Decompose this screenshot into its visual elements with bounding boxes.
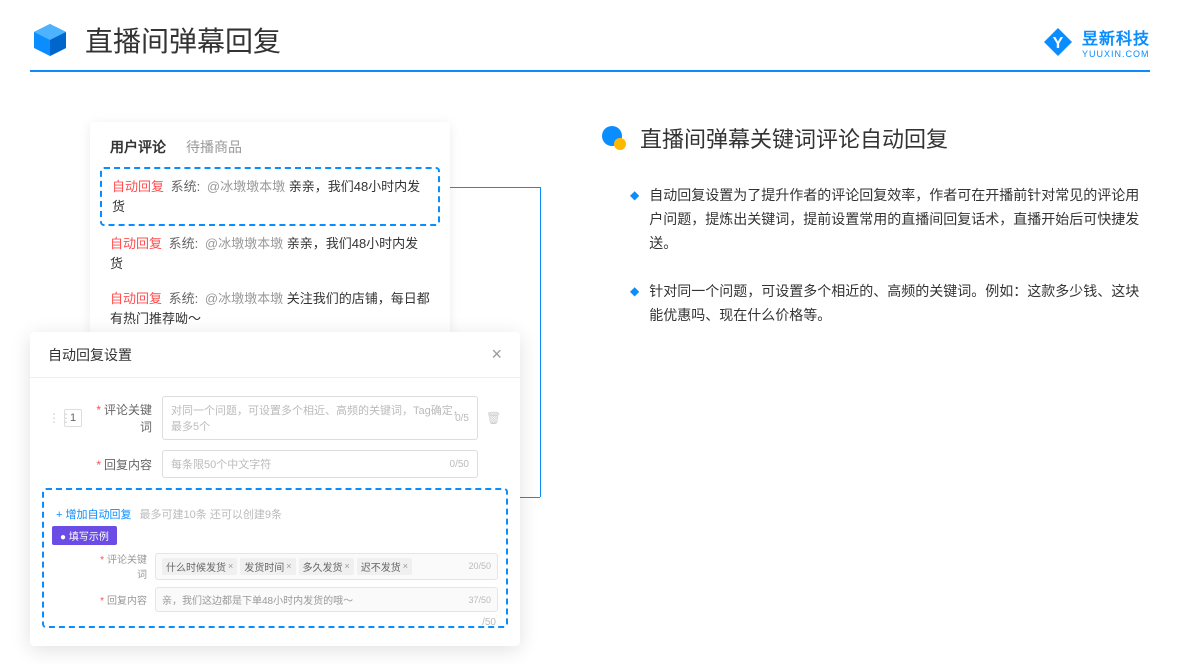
tag-chip: 多久发货× (299, 558, 354, 575)
diamond-icon: ◆ (630, 284, 639, 328)
cube-icon (30, 20, 70, 60)
comment-panel: 用户评论 待播商品 自动回复 系统: @冰墩墩本墩 亲亲，我们48小时内发货 自… (90, 122, 450, 336)
content-label: *回复内容 (92, 456, 152, 473)
example-keyword-label: *评论关键词 (92, 551, 147, 581)
settings-dialog: 自动回复设置 × ⋮⋮ 1 *评论关键词 对同一个问题，可设置多个相近、高频的关… (30, 332, 520, 646)
user-mention: @冰墩墩本墩 (205, 236, 283, 251)
comment-item: 自动回复 系统: @冰墩墩本墩 亲亲，我们48小时内发货 (90, 226, 450, 281)
add-auto-reply-link[interactable]: + 增加自动回复 (56, 509, 131, 521)
logo-subtitle: YUUXIN.COM (1082, 49, 1150, 59)
user-mention: @冰墩墩本墩 (205, 291, 283, 306)
delete-icon[interactable]: 🗑 (486, 411, 502, 425)
section-title: 直播间弹幕关键词评论自动回复 (640, 122, 948, 154)
connector-line (540, 187, 541, 497)
system-label: 系统: (171, 179, 201, 194)
connector-line (450, 187, 540, 188)
tab-user-comments[interactable]: 用户评论 (110, 137, 166, 157)
system-label: 系统: (169, 291, 199, 306)
right-panel: 直播间弹幕关键词评论自动回复 ◆ 自动回复设置为了提升作者的评论回复效率，作者可… (560, 122, 1150, 353)
page-header: 直播间弹幕回复 Y 昱新科技 YUUXIN.COM (0, 0, 1180, 70)
keyword-input[interactable]: 对同一个问题，可设置多个相近、高频的关键词，Tag确定，最多5个 0/5 (162, 396, 478, 440)
system-label: 系统: (169, 236, 199, 251)
user-mention: @冰墩墩本墩 (207, 179, 285, 194)
auto-reply-tag: 自动回复 (110, 291, 162, 306)
drag-handle-icon[interactable]: ⋮⋮ (48, 411, 60, 425)
diamond-icon: ◆ (630, 188, 639, 255)
svg-text:Y: Y (1053, 35, 1064, 52)
bullet-item: ◆ 针对同一个问题，可设置多个相近的、高频的关键词。例如：这款多少钱、这块能优惠… (600, 280, 1150, 328)
char-count: 20/50 (468, 561, 491, 571)
tag-chip: 发货时间× (240, 558, 295, 575)
char-count: /50 (482, 617, 496, 628)
bullet-item: ◆ 自动回复设置为了提升作者的评论回复效率，作者可在开播前针对常见的评论用户问题… (600, 184, 1150, 255)
auto-reply-tag: 自动回复 (112, 179, 164, 194)
content-input[interactable]: 每条限50个中文字符 0/50 (162, 450, 478, 478)
char-count: 0/50 (450, 459, 469, 470)
dialog-title: 自动回复设置 (48, 345, 132, 365)
header-divider (30, 70, 1150, 72)
page-title: 直播间弹幕回复 (85, 20, 281, 60)
add-hint: 最多可建10条 还可以创建9条 (140, 509, 282, 521)
bullet-text: 针对同一个问题，可设置多个相近的、高频的关键词。例如：这款多少钱、这块能优惠吗、… (649, 280, 1150, 328)
example-badge: ● 填写示例 (52, 526, 117, 545)
close-icon[interactable]: × (491, 344, 502, 365)
tag-chip: 迟不发货× (357, 558, 412, 575)
comment-item-highlighted: 自动回复 系统: @冰墩墩本墩 亲亲，我们48小时内发货 (100, 167, 440, 226)
left-panel: 用户评论 待播商品 自动回复 系统: @冰墩墩本墩 亲亲，我们48小时内发货 自… (30, 122, 530, 353)
logo-icon: Y (1042, 26, 1074, 58)
logo-title: 昱新科技 (1082, 25, 1150, 49)
char-count: 0/5 (455, 413, 469, 424)
row-number: 1 (64, 409, 82, 427)
bubble-icon (600, 124, 628, 152)
auto-reply-tag: 自动回复 (110, 236, 162, 251)
example-content-input[interactable]: 亲，我们这边都是下单48小时内发货的哦～ 37/50 (155, 587, 498, 612)
comment-item: 自动回复 系统: @冰墩墩本墩 关注我们的店铺，每日都有热门推荐呦～ (90, 281, 450, 336)
brand-logo: Y 昱新科技 YUUXIN.COM (1042, 25, 1150, 59)
tab-pending-products[interactable]: 待播商品 (186, 137, 242, 157)
example-content-label: *回复内容 (92, 592, 147, 607)
keyword-label: *评论关键词 (92, 401, 152, 435)
bullet-text: 自动回复设置为了提升作者的评论回复效率，作者可在开播前针对常见的评论用户问题，提… (649, 184, 1150, 255)
char-count: 37/50 (468, 595, 491, 605)
tag-chip: 什么时候发货× (162, 558, 237, 575)
example-section: + 增加自动回复 最多可建10条 还可以创建9条 ● 填写示例 *评论关键词 什… (42, 488, 508, 628)
example-keyword-input[interactable]: 什么时候发货× 发货时间× 多久发货× 迟不发货× 20/50 (155, 553, 498, 580)
